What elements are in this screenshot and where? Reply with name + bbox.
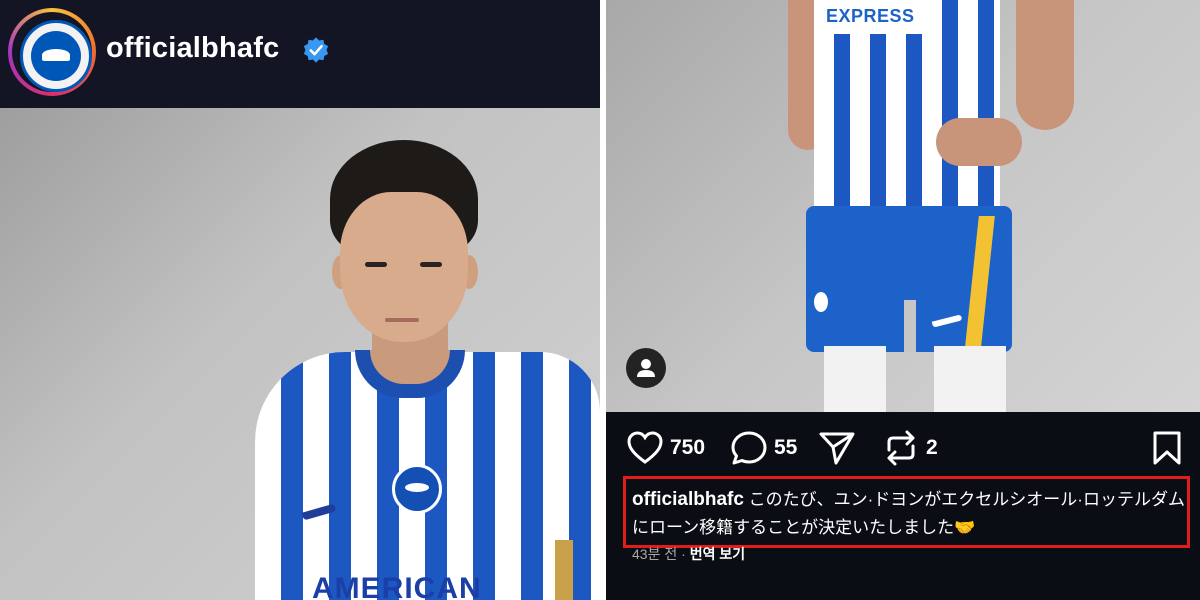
post-caption: officialbhafc このたび、ユン·ドヨンがエクセルシオール·ロッテルダ… bbox=[632, 486, 1188, 542]
comment-count: 55 bbox=[774, 436, 798, 459]
shirt-sponsor-text: AMERICAN bbox=[312, 572, 482, 600]
player-mouth bbox=[385, 318, 419, 322]
heart-icon[interactable] bbox=[626, 430, 664, 466]
sock-right bbox=[934, 346, 1006, 412]
left-post-panel: AMERICAN officialbhafc bbox=[0, 0, 600, 600]
player-arm-right bbox=[1016, 0, 1074, 130]
club-crest-avatar bbox=[20, 20, 92, 92]
person-icon bbox=[637, 359, 655, 377]
player-hand-on-hip bbox=[936, 118, 1022, 166]
seagull-icon bbox=[42, 49, 70, 61]
verified-badge-icon bbox=[303, 37, 329, 63]
shirt-sponsor-text: EXPRESS bbox=[826, 6, 915, 26]
player-eye-right bbox=[420, 262, 442, 267]
player-eye-left bbox=[365, 262, 387, 267]
comment-icon[interactable] bbox=[730, 430, 768, 466]
repost-icon[interactable] bbox=[882, 430, 920, 466]
bookmark-icon[interactable] bbox=[1150, 430, 1184, 466]
post-time: 43분 전 bbox=[632, 546, 678, 562]
repost-count: 2 bbox=[926, 436, 938, 459]
right-post-panel: EXPRESS 750 55 2 officialbhafc このたび、ユン·ド… bbox=[606, 0, 1200, 600]
sock-left bbox=[824, 346, 886, 412]
shorts-leg-gap bbox=[904, 300, 916, 352]
translate-link[interactable]: 번역 보기 bbox=[690, 546, 745, 562]
share-send-icon[interactable] bbox=[818, 430, 856, 466]
story-avatar[interactable] bbox=[8, 8, 96, 96]
caption-username[interactable]: officialbhafc bbox=[632, 489, 744, 510]
username[interactable]: officialbhafc bbox=[106, 32, 279, 65]
like-count: 750 bbox=[670, 436, 706, 459]
post-meta: 43분 전 · 번역 보기 bbox=[632, 544, 745, 564]
meta-separator: · bbox=[681, 546, 690, 562]
club-crest-badge bbox=[392, 464, 442, 514]
tagged-user-button[interactable] bbox=[626, 348, 666, 388]
post-header: officialbhafc bbox=[0, 0, 600, 108]
shorts-crest bbox=[814, 292, 828, 312]
jersey-gold-trim bbox=[555, 540, 573, 600]
